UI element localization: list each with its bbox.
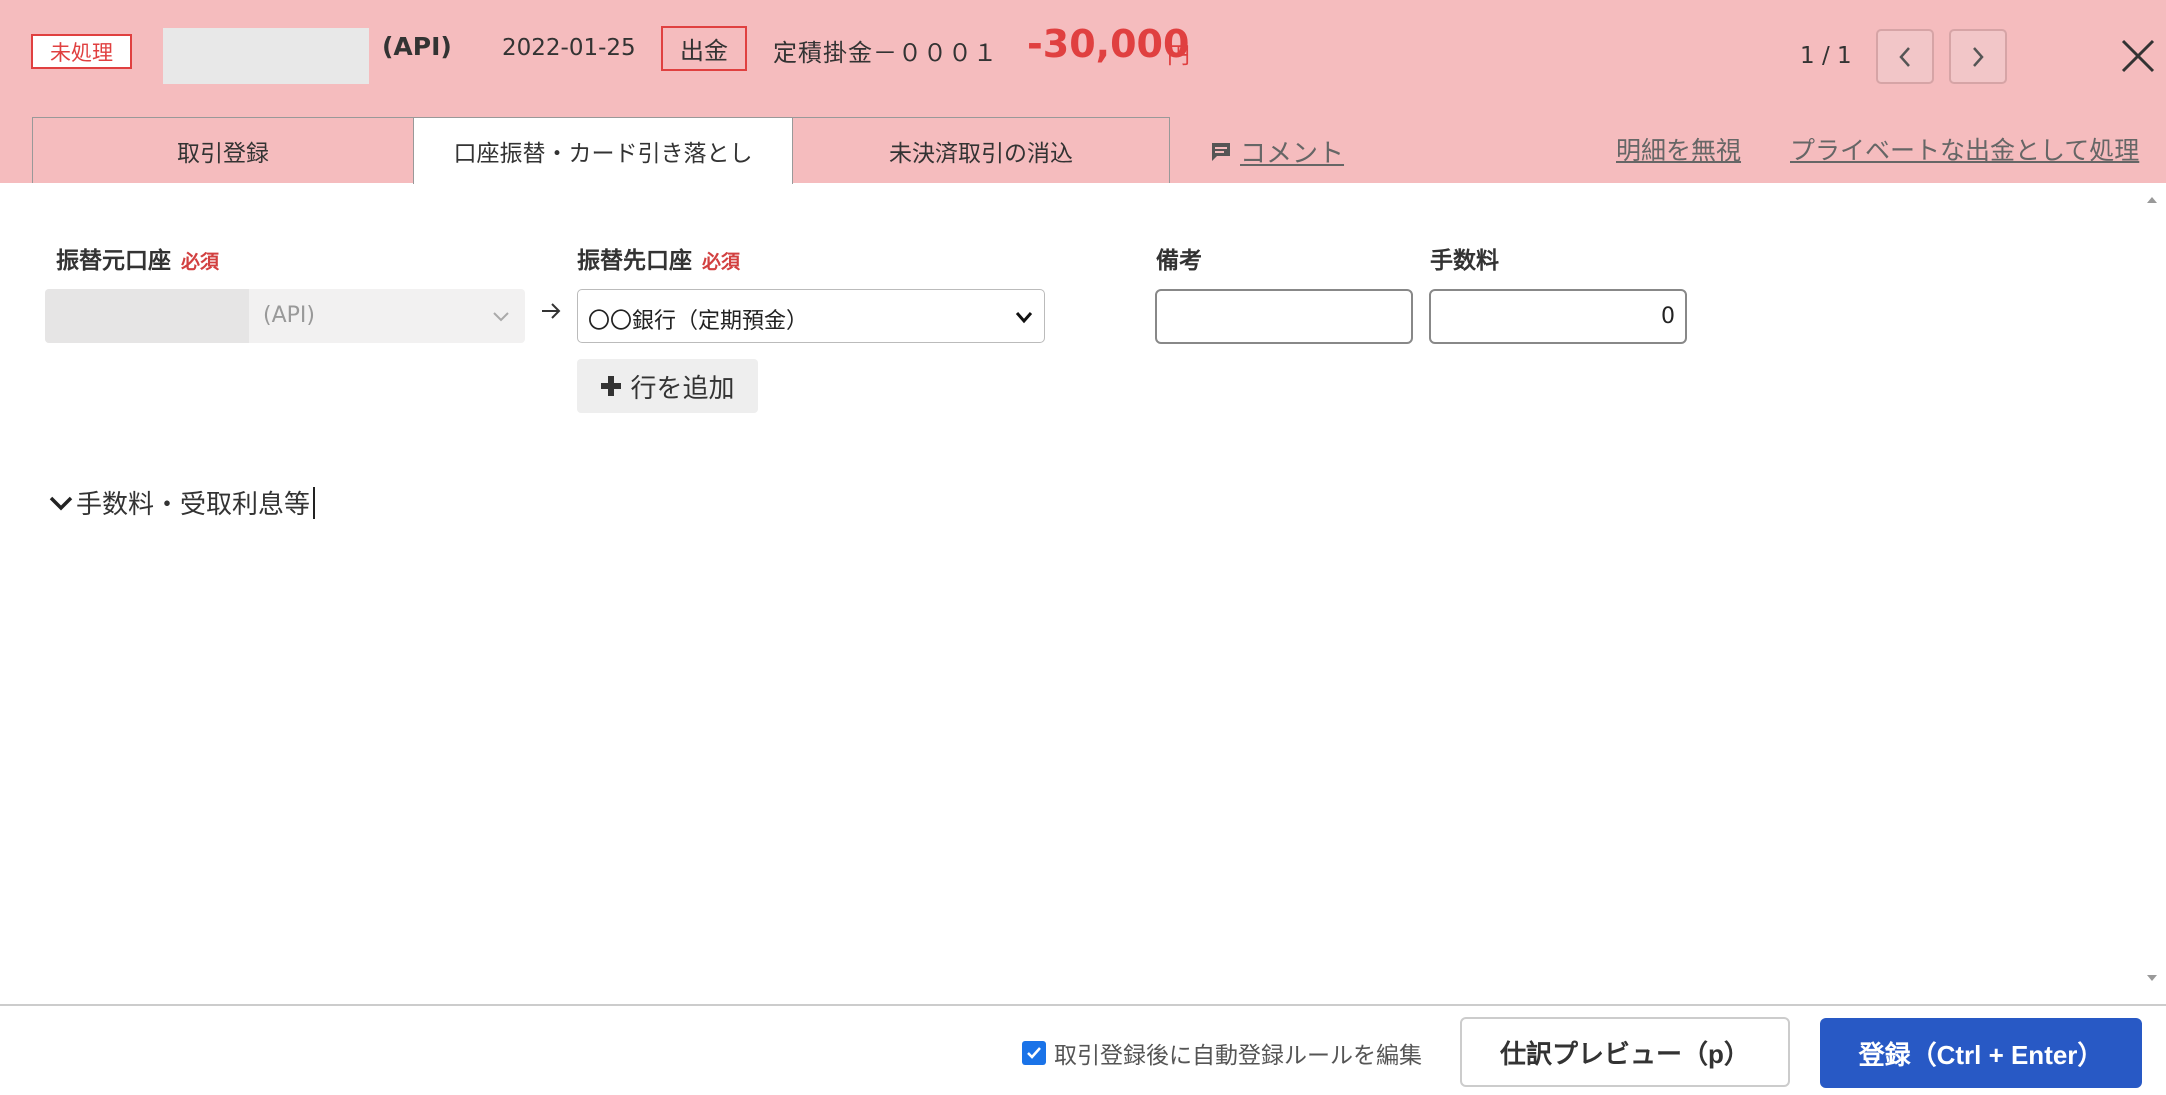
fee-input[interactable]	[1429, 289, 1687, 344]
check-icon	[1027, 1047, 1041, 1059]
account-name-redacted	[163, 28, 369, 84]
status-badge: 未処理	[31, 34, 132, 69]
scroll-down-icon[interactable]	[2146, 973, 2158, 983]
transaction-date: 2022-01-25	[502, 35, 636, 61]
fee-section-label: 手数料・受取利息等	[76, 490, 311, 520]
comment-link-label: コメント	[1240, 139, 1345, 169]
dialog-footer: 取引登録後に自動登録ルールを編集 仕訳プレビュー（p） 登録（Ctrl + En…	[0, 1004, 2166, 1095]
ignore-statement-link[interactable]: 明細を無視	[1616, 131, 1741, 167]
chevron-down-icon	[493, 312, 509, 322]
scroll-up-icon[interactable]	[2146, 195, 2158, 205]
comment-icon	[1212, 142, 1230, 161]
required-mark: 必須	[702, 251, 741, 273]
tab-account-transfer[interactable]: 口座振替・カード引き落とし	[413, 117, 793, 184]
close-button[interactable]	[2118, 36, 2158, 76]
from-account-redacted	[45, 289, 249, 343]
currency-unit: 円	[1167, 43, 1190, 69]
scrollbar[interactable]	[2138, 183, 2166, 1000]
memo-label: 備考	[1156, 248, 1202, 274]
tab-unsettled-clearing[interactable]: 未決済取引の消込	[792, 117, 1170, 183]
transaction-description: 定積掛金－０００１	[773, 39, 998, 67]
to-account-label-text: 振替先口座	[577, 248, 692, 274]
auto-rule-label: 取引登録後に自動登録ルールを編集	[1054, 1043, 1422, 1069]
journal-preview-button[interactable]: 仕訳プレビュー（p）	[1460, 1017, 1790, 1087]
to-account-label: 振替先口座 必須	[577, 241, 740, 275]
from-account-label-text: 振替元口座	[56, 248, 171, 274]
to-account-select[interactable]: 〇〇銀行（定期預金）	[577, 289, 1045, 343]
account-suffix: (API)	[382, 32, 452, 61]
pager-indicator: 1 / 1	[1800, 43, 1852, 69]
arrow-right-icon	[542, 303, 561, 319]
memo-input[interactable]	[1155, 289, 1413, 344]
transaction-amount: -30,000	[1027, 22, 1190, 66]
chevron-right-icon	[1973, 46, 1984, 67]
transaction-type-badge: 出金	[661, 26, 747, 71]
from-account-label: 振替元口座 必須	[56, 241, 219, 275]
transaction-dialog: 未処理 (API) 2022-01-25 出金 定積掛金－０００１ -30,00…	[0, 0, 2166, 1095]
chevron-left-icon	[1899, 46, 1910, 67]
private-withdrawal-link[interactable]: プライベートな出金として処理	[1790, 131, 2139, 167]
register-button[interactable]: 登録（Ctrl + Enter）	[1820, 1018, 2142, 1088]
text-cursor	[313, 486, 316, 519]
to-account-value: 〇〇銀行（定期預金）	[588, 309, 809, 334]
from-account-select: (API)	[45, 289, 525, 343]
add-row-label: 行を追加	[630, 372, 735, 403]
comment-link[interactable]: コメント	[1210, 133, 1344, 170]
next-button[interactable]	[1949, 29, 2007, 84]
add-row-button[interactable]: 行を追加	[577, 359, 758, 413]
previous-button[interactable]	[1876, 29, 1934, 84]
tab-transaction-register[interactable]: 取引登録	[32, 117, 414, 183]
from-account-value: (API)	[263, 303, 315, 328]
plus-icon	[601, 376, 622, 396]
chevron-down-icon	[49, 496, 73, 510]
fee-label: 手数料	[1430, 248, 1499, 274]
close-icon	[2121, 39, 2155, 73]
chevron-down-icon	[1015, 312, 1033, 324]
auto-rule-checkbox[interactable]: 取引登録後に自動登録ルールを編集	[1022, 1036, 1422, 1070]
checkbox-checked-icon[interactable]	[1022, 1041, 1046, 1065]
fee-section-toggle[interactable]: 手数料・受取利息等	[48, 484, 316, 521]
transaction-header: 未処理 (API) 2022-01-25 出金 定積掛金－０００１ -30,00…	[0, 0, 2166, 184]
required-mark: 必須	[181, 251, 220, 273]
